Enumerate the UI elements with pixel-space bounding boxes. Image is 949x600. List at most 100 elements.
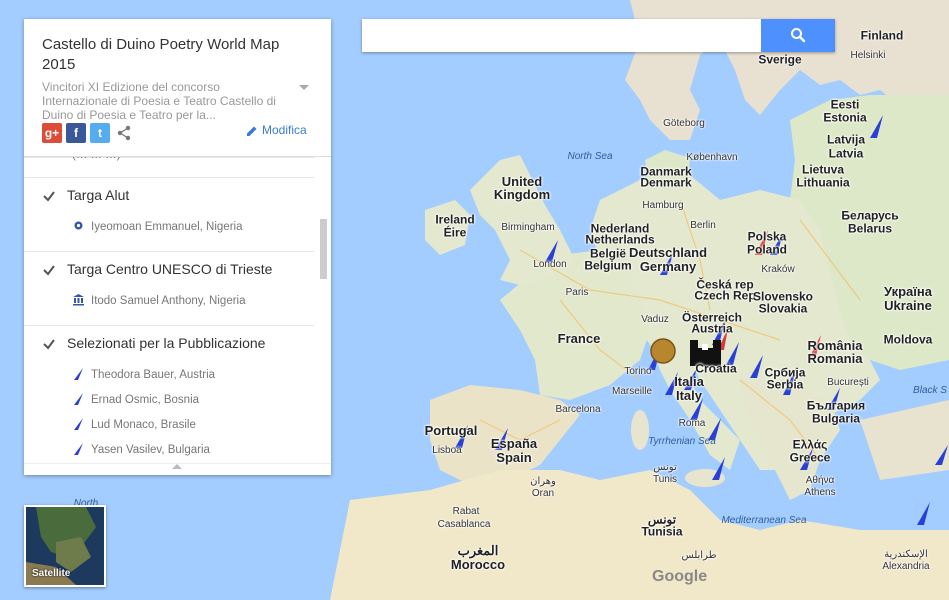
search-button[interactable]	[761, 19, 835, 52]
label-bulgaria: Bulgaria	[811, 411, 861, 426]
search-box	[362, 19, 835, 52]
map-title: Castello di Duino Poetry World Map 2015	[42, 36, 280, 73]
label-ellada: Ελλάς	[792, 437, 828, 452]
label-portugal: Portugal	[424, 423, 478, 439]
layer-title-selezionati[interactable]: Selezionati per la Pubblicazione	[67, 335, 265, 351]
label-austria: Austria	[691, 321, 733, 336]
label-morocco: Morocco	[450, 557, 506, 573]
label-france: France	[557, 331, 601, 347]
layers-list: (… … …) Targa Alut Iyeomoan Emmanuel, Ni…	[24, 157, 331, 463]
list-item-label: Theodora Bauer, Austria	[91, 369, 216, 381]
satellite-toggle[interactable]: Satellite	[24, 505, 106, 587]
list-item-label: Lud Monaco, Brasile	[91, 419, 196, 431]
label-latvija: Latvija	[826, 132, 866, 147]
list-item[interactable]: Theodora Bauer, Austria	[72, 367, 215, 383]
collapse-panel-icon[interactable]	[172, 464, 182, 469]
label-london: London	[533, 258, 567, 270]
label-spain: Spain	[496, 450, 532, 466]
label-belgium: Belgium	[584, 258, 632, 273]
label-alexandria: Alexandria	[882, 560, 930, 572]
label-helsinki: Helsinki	[850, 49, 886, 61]
scrollbar[interactable]	[320, 219, 327, 279]
share-icon[interactable]	[116, 125, 132, 141]
museum-icon	[72, 293, 86, 309]
label-goteborg: Göteborg	[663, 117, 705, 129]
award-marker	[650, 338, 676, 364]
layer-separator	[24, 157, 314, 158]
google-logo: Google	[652, 568, 708, 585]
label-maghreb: المغرب	[457, 543, 499, 559]
list-item[interactable]: Ernad Osmic, Bosnia	[72, 392, 199, 408]
label-eire: Éire	[443, 225, 467, 240]
search-icon	[791, 28, 806, 43]
google-plus-share-button[interactable]: g+	[42, 123, 62, 143]
award-icon	[72, 219, 86, 235]
list-item-partial: (… … …)	[72, 157, 121, 161]
list-item[interactable]: Yasen Vasilev, Bulgaria	[72, 442, 210, 458]
label-ukraine: Ukraine	[884, 298, 932, 314]
label-tunis-local: تونس	[653, 461, 677, 473]
quill-icon	[72, 417, 86, 433]
label-tripoli: طرابلس	[681, 549, 717, 561]
checkbox-targa-alut[interactable]	[42, 189, 56, 203]
label-casablanca: Casablanca	[437, 518, 491, 530]
label-espana: España	[490, 436, 538, 452]
layer-title-targa-unesco[interactable]: Targa Centro UNESCO di Trieste	[67, 261, 272, 277]
label-krakow: Kraków	[761, 263, 795, 275]
label-rabat: Rabat	[452, 505, 480, 517]
label-italia: Italia	[674, 374, 704, 390]
label-polska: Polska	[747, 229, 787, 244]
label-kingdom: Kingdom	[493, 187, 551, 203]
label-germany: Germany	[639, 259, 697, 275]
expand-description-icon[interactable]	[299, 85, 309, 90]
label-czech: Czech Rep	[694, 288, 756, 303]
label-latvia: Latvia	[828, 146, 864, 161]
twitter-share-button[interactable]: t	[90, 123, 110, 143]
layer-separator	[24, 251, 314, 252]
label-paris: Paris	[565, 286, 589, 298]
edit-button[interactable]: Modifica	[246, 123, 307, 137]
list-item-label: Itodo Samuel Anthony, Nigeria	[91, 295, 246, 307]
label-poland: Poland	[746, 242, 788, 257]
label-hamburg: Hamburg	[642, 199, 684, 211]
label-north-sea: North Sea	[567, 150, 613, 162]
list-item-label: Iyeomoan Emmanuel, Nigeria	[91, 221, 243, 233]
label-denmark: Denmark	[640, 175, 692, 190]
label-deutschland: Deutschland	[628, 245, 708, 261]
label-alexandria-local: الإسكندرية	[884, 548, 928, 560]
list-item-label: Yasen Vasilev, Bulgaria	[91, 444, 210, 456]
layer-separator	[24, 177, 314, 178]
label-lisboa: Lisboa	[432, 444, 462, 456]
checkbox-selezionati[interactable]	[42, 337, 56, 351]
label-athens-local: Αθήνα	[805, 474, 835, 486]
checkbox-targa-unesco[interactable]	[42, 263, 56, 277]
list-item[interactable]: Lud Monaco, Brasile	[72, 417, 196, 433]
label-slovakia: Slovakia	[758, 301, 808, 316]
label-ukraina: Україна	[883, 284, 933, 300]
search-input[interactable]	[362, 19, 761, 52]
list-item[interactable]: Iyeomoan Emmanuel, Nigeria	[72, 219, 243, 235]
label-oran-local: وهران	[530, 475, 556, 487]
layer-separator	[24, 325, 314, 326]
label-tunis: Tunis	[652, 473, 678, 485]
label-moldova: Moldova	[883, 332, 933, 347]
label-black-sea: Black S	[913, 384, 947, 396]
map-legend-panel: Castello di Duino Poetry World Map 2015 …	[24, 19, 331, 475]
quill-icon	[72, 367, 86, 383]
label-ireland: Ireland	[435, 212, 475, 227]
label-belarus-local: Беларусь	[841, 208, 899, 223]
label-serbia: Serbia	[766, 377, 804, 392]
label-bucuresti: București	[827, 376, 869, 388]
label-mediterranean: Mediterranean Sea	[721, 514, 807, 526]
label-bulgaria-local: България	[806, 398, 866, 413]
satellite-label: Satellite	[32, 568, 71, 579]
label-athens: Athens	[804, 486, 836, 498]
label-torino: Torino	[624, 365, 652, 377]
list-item[interactable]: Itodo Samuel Anthony, Nigeria	[72, 293, 246, 309]
label-tyrrhenian: Tyrrhenian Sea	[648, 435, 716, 447]
facebook-share-button[interactable]: f	[66, 123, 86, 143]
layer-title-targa-alut[interactable]: Targa Alut	[67, 187, 129, 203]
label-berlin: Berlin	[690, 219, 716, 231]
label-romania: Romania	[807, 351, 863, 367]
edit-label: Modifica	[262, 123, 307, 137]
